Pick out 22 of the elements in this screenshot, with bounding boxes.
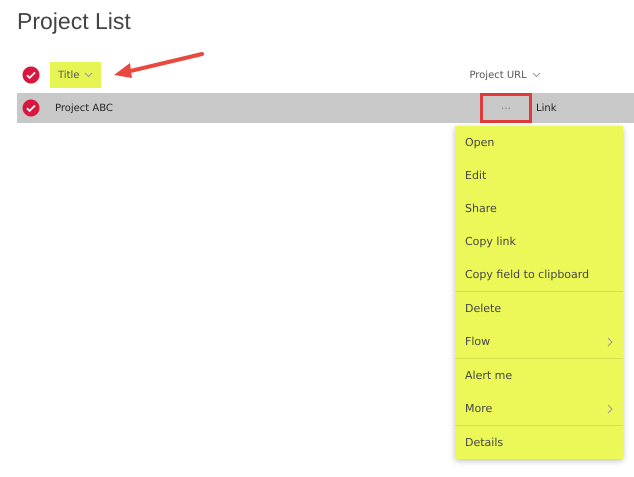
menu-item[interactable]: Flow — [455, 325, 623, 358]
menu-item[interactable]: Copy link — [455, 225, 623, 258]
checkmark-icon[interactable] — [22, 66, 40, 84]
menu-item[interactable]: Delete — [455, 292, 623, 325]
chevron-down-icon — [84, 72, 94, 78]
menu-item[interactable]: More — [455, 392, 623, 425]
column-header[interactable]: Title — [50, 62, 102, 88]
menu-item[interactable]: Copy field to clipboard — [455, 258, 623, 291]
chevron-right-icon — [607, 336, 613, 346]
chevron-right-icon — [607, 404, 613, 414]
menu-item[interactable]: Details — [455, 426, 623, 459]
link[interactable]: Link — [536, 102, 556, 114]
list-row[interactable]: Project ABC ··· Link — [17, 93, 634, 123]
menu-item[interactable]: Share — [455, 192, 623, 225]
chevron-down-icon — [532, 72, 541, 78]
menu-item[interactable]: Open — [455, 126, 623, 159]
menu-item[interactable]: Edit — [455, 159, 623, 192]
menu-item[interactable]: Alert me — [455, 359, 623, 392]
table-cell: Project ABC — [55, 102, 113, 114]
page-title: Project List — [17, 8, 132, 35]
column-header[interactable]: Project URL — [461, 62, 549, 88]
checkmark-icon[interactable] — [22, 99, 40, 117]
